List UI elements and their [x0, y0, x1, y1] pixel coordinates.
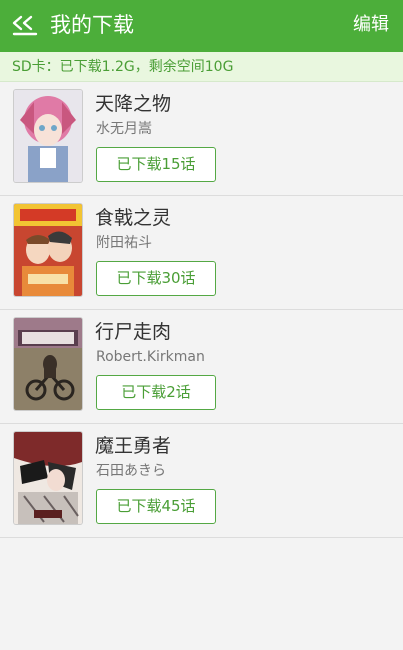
comic-title: 食戟之灵 [95, 207, 172, 229]
downloaded-chapters-button[interactable]: 已下载2话 [96, 375, 216, 410]
comic-cover[interactable] [14, 204, 82, 296]
downloaded-chapters-button[interactable]: 已下载15话 [96, 147, 216, 182]
comic-cover[interactable] [14, 90, 82, 182]
comic-author: 附田祐斗 [96, 235, 152, 251]
comic-title: 魔王勇者 [95, 435, 172, 457]
list-item[interactable]: 天降之物 水无月嵩 已下载15话 [0, 82, 403, 196]
list-item[interactable]: 行尸走肉 Robert.Kirkman 已下载2话 [0, 310, 403, 424]
edit-button[interactable]: 编辑 [353, 13, 389, 37]
downloaded-chapters-button[interactable]: 已下载45话 [96, 489, 216, 524]
comic-title: 行尸走肉 [95, 321, 172, 343]
downloaded-chapters-button[interactable]: 已下载30话 [96, 261, 216, 296]
list-item[interactable]: 食戟之灵 附田祐斗 已下载30话 [0, 196, 403, 310]
comic-cover[interactable] [14, 318, 82, 410]
comic-author: Robert.Kirkman [96, 349, 205, 365]
download-list: 天降之物 水无月嵩 已下载15话 食戟之灵 附田祐斗 已下载30话 行尸走肉 R… [0, 82, 403, 538]
storage-status: SD卡：已下载1.2G，剩余空间10G [0, 52, 403, 82]
comic-author: 石田あきら [96, 463, 166, 479]
comic-title: 天降之物 [95, 93, 172, 115]
back-arrow-icon[interactable] [12, 13, 40, 37]
page-title: 我的下载 [50, 13, 134, 37]
comic-author: 水无月嵩 [96, 121, 152, 137]
comic-cover[interactable] [14, 432, 82, 524]
top-bar: 我的下载 编辑 [0, 0, 403, 52]
list-item[interactable]: 魔王勇者 石田あきら 已下载45话 [0, 424, 403, 538]
